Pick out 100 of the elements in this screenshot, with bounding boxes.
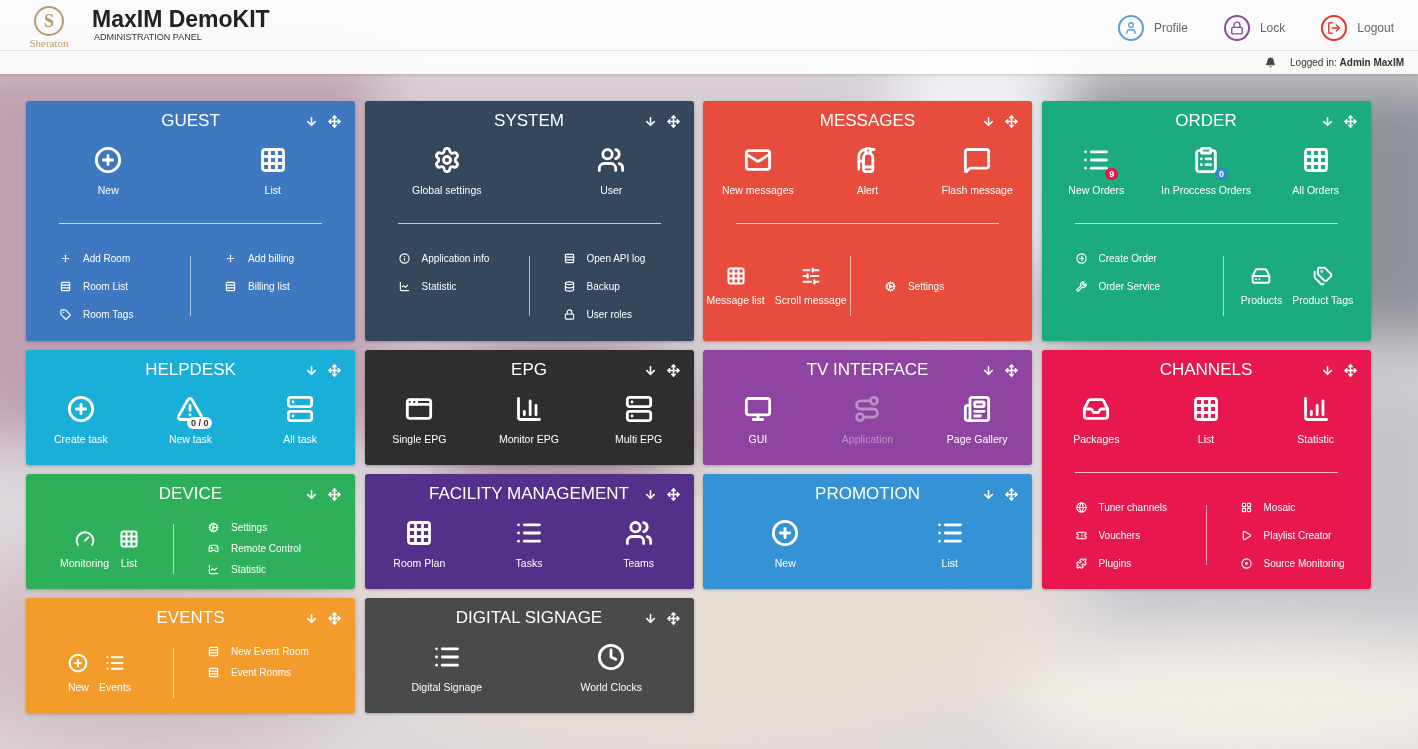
collapse-icon[interactable] — [643, 487, 657, 501]
tile-link[interactable]: Global settings — [412, 183, 482, 197]
tile-link[interactable]: All Orders — [1292, 183, 1339, 197]
header-action[interactable]: Lock — [1223, 15, 1286, 41]
move-icon[interactable] — [666, 114, 680, 128]
menu-link[interactable]: Playlist Creator — [1263, 527, 1332, 543]
tile-link[interactable]: Multi EPG — [615, 432, 663, 446]
tile-link[interactable]: Product Tags — [1292, 292, 1354, 307]
tile-link[interactable]: Message list — [706, 292, 765, 307]
tile-link[interactable]: New — [774, 556, 796, 570]
app-subtitle: ADMINISTRATION PANEL — [94, 32, 203, 42]
gamepad-icon — [208, 543, 219, 554]
tile-link[interactable]: List — [264, 183, 281, 197]
tile-link[interactable]: List — [941, 556, 958, 570]
menu-link[interactable]: Backup — [586, 278, 620, 294]
tile-link[interactable]: Products — [1240, 292, 1283, 307]
plus-circle-icon — [66, 395, 95, 423]
tile-link[interactable]: GUI — [748, 432, 768, 446]
logo-name: Sheraton — [29, 36, 69, 50]
globe-icon — [1075, 501, 1087, 513]
tile-link[interactable]: Flash message — [941, 183, 1013, 197]
plus-icon — [225, 252, 236, 264]
table-icon — [60, 280, 71, 292]
move-icon[interactable] — [666, 363, 680, 377]
menu-link[interactable]: Statistic — [231, 562, 266, 577]
collapse-icon[interactable] — [643, 611, 657, 625]
app-title: MaxIM DemoKIT — [92, 6, 270, 32]
menu-link[interactable]: Open API log — [586, 250, 646, 266]
menu-link[interactable]: Order Service — [1098, 278, 1161, 294]
menu-link[interactable]: Vouchers — [1098, 527, 1141, 543]
logo-emblem: S — [34, 6, 64, 36]
collapse-icon[interactable] — [982, 363, 995, 377]
move-icon[interactable] — [666, 487, 680, 501]
panel-title: EPG — [511, 359, 547, 382]
menu-link[interactable]: Mosaic — [1263, 499, 1296, 515]
tile-link[interactable]: Create task — [53, 432, 108, 446]
menu-link[interactable]: Add Room — [83, 250, 131, 266]
menu-link[interactable]: Room List — [83, 278, 128, 294]
tile-link[interactable]: All task — [283, 432, 318, 446]
menu-link[interactable]: Plugins — [1098, 555, 1132, 571]
menu-link[interactable]: Room Tags — [83, 306, 134, 322]
play-icon — [1240, 529, 1252, 541]
tags-icon — [1312, 265, 1333, 286]
menu-link[interactable]: Source Monitoring — [1263, 555, 1345, 571]
tile-link[interactable]: Tasks — [515, 556, 543, 570]
header-action[interactable]: Logout — [1321, 15, 1394, 41]
panel-title: FACILITY MANAGEMENT — [429, 483, 629, 506]
settings-icon — [885, 280, 896, 292]
tag-icon — [60, 308, 71, 320]
grid-icon — [725, 265, 746, 286]
gauge-icon — [74, 528, 95, 549]
tile-link[interactable]: In Proccess Orders — [1161, 183, 1251, 197]
panel-title: EVENTS — [156, 607, 225, 630]
tile-link[interactable]: Single EPG — [392, 432, 447, 446]
menu-link[interactable]: Create Order — [1098, 250, 1157, 266]
tile-link[interactable]: New messages — [721, 183, 794, 197]
header-action[interactable]: Profile — [1117, 15, 1188, 41]
menu-link[interactable]: Settings — [231, 520, 268, 535]
tile-link[interactable]: List — [1197, 432, 1215, 446]
tile-link[interactable]: Teams — [623, 556, 655, 570]
tile-link[interactable]: Statistic — [1297, 432, 1335, 446]
window-icon — [405, 395, 434, 423]
move-icon[interactable] — [666, 611, 680, 625]
tile-link[interactable]: New task — [168, 432, 213, 446]
panel-title: DEVICE — [158, 483, 223, 506]
tile-link[interactable]: New Orders — [1068, 183, 1125, 197]
gears-icon — [432, 146, 461, 174]
tile-link[interactable]: Monitoring — [60, 555, 109, 570]
menu-link[interactable]: Statistic — [421, 278, 457, 294]
clipboard-list-icon — [1192, 146, 1220, 174]
tile-link[interactable]: Room Plan — [393, 556, 446, 570]
collapse-icon[interactable] — [643, 363, 657, 377]
menu-link[interactable]: Settings — [908, 278, 945, 294]
tile-link[interactable]: Packages — [1073, 432, 1120, 446]
tile-link[interactable]: World Clocks — [580, 680, 643, 694]
notification-bell-icon[interactable] — [1265, 57, 1277, 68]
mosaic-icon — [1240, 501, 1252, 513]
menu-link[interactable]: Application info — [421, 250, 490, 266]
menu-link[interactable]: Add billing — [248, 250, 295, 266]
menu-link[interactable]: Tuner channels — [1098, 499, 1168, 515]
tile-link[interactable]: Scroll message — [774, 292, 847, 307]
panel-title: SYSTEM — [494, 110, 564, 133]
panel-title: MESSAGES — [819, 110, 916, 133]
server-icon — [286, 395, 315, 423]
collapse-icon[interactable] — [643, 114, 657, 128]
tile-link[interactable]: User — [600, 183, 623, 197]
menu-link[interactable]: User roles — [586, 306, 633, 322]
menu-link[interactable]: Billing list — [248, 278, 290, 294]
tile-link[interactable]: New — [97, 183, 119, 197]
tile-link[interactable]: Monitor EPG — [498, 432, 560, 446]
users-icon — [597, 146, 626, 174]
clock-icon — [597, 643, 626, 671]
move-icon[interactable] — [1005, 363, 1018, 377]
drive-icon — [1251, 265, 1272, 286]
tile-link[interactable]: Page Gallery — [946, 432, 1008, 446]
menu-link[interactable]: Remote Control — [231, 541, 302, 556]
tile-link[interactable]: Alert — [856, 183, 879, 197]
tile-link[interactable]: Digital Signage — [411, 680, 483, 694]
tile-link[interactable]: List — [120, 555, 138, 570]
grid-icon — [1301, 146, 1330, 174]
